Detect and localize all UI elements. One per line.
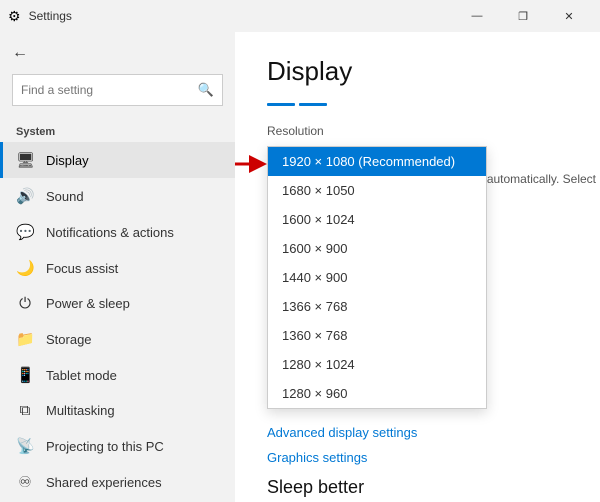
- shared-icon: ♾: [16, 473, 34, 491]
- sidebar-item-storage[interactable]: 📁 Storage: [0, 321, 235, 357]
- projecting-label: Projecting to this PC: [46, 439, 164, 454]
- sidebar-item-display[interactable]: 🖥 Display: [0, 142, 235, 178]
- resolution-option[interactable]: 1920 × 1080 (Recommended): [268, 147, 486, 176]
- nav-list: 🖥 Display 🔊 Sound 💬 Notifications & acti…: [0, 142, 235, 500]
- storage-label: Storage: [46, 332, 92, 347]
- sound-label: Sound: [46, 189, 84, 204]
- focus-label: Focus assist: [46, 261, 118, 276]
- back-button[interactable]: ←: [0, 36, 235, 70]
- sidebar-item-projecting[interactable]: 📡 Projecting to this PC: [0, 428, 235, 464]
- close-button[interactable]: ✕: [546, 0, 592, 32]
- focus-icon: 🌙: [16, 259, 34, 277]
- title-bar: ⚙ Settings — ❐ ✕: [0, 0, 600, 32]
- sidebar-item-power[interactable]: ⏻ Power & sleep: [0, 286, 235, 321]
- display-icon: 🖥: [16, 151, 34, 169]
- sleep-section: Sleep better Night light can help you ge…: [267, 477, 568, 502]
- settings-icon: ⚙: [8, 8, 21, 25]
- window-title: Settings: [29, 9, 72, 23]
- sidebar-item-notifications[interactable]: 💬 Notifications & actions: [0, 214, 235, 250]
- content-area: Display Resolution 1920 × 1080 (Recommen…: [235, 32, 600, 502]
- back-icon: ←: [12, 44, 28, 62]
- projecting-icon: 📡: [16, 437, 34, 455]
- title-bar-left: ⚙ Settings: [8, 8, 72, 25]
- sidebar-item-tablet[interactable]: 📱 Tablet mode: [0, 357, 235, 393]
- sound-icon: 🔊: [16, 187, 34, 205]
- advanced-display-link[interactable]: Advanced display settings: [267, 425, 568, 440]
- resolution-option[interactable]: 1680 × 1050: [268, 176, 486, 205]
- search-input[interactable]: [21, 83, 198, 97]
- sleep-title: Sleep better: [267, 477, 568, 498]
- display-label: Display: [46, 153, 89, 168]
- resolution-option[interactable]: 1440 × 900: [268, 263, 486, 292]
- maximize-button[interactable]: ❐: [500, 0, 546, 32]
- storage-icon: 📁: [16, 330, 34, 348]
- multitasking-icon: ⧉: [16, 402, 34, 419]
- search-icon: 🔍: [198, 82, 214, 98]
- sidebar-item-focus[interactable]: 🌙 Focus assist: [0, 250, 235, 286]
- resolution-option[interactable]: 1280 × 1024: [268, 350, 486, 379]
- title-underline: [267, 103, 568, 106]
- resolution-option[interactable]: 1600 × 1024: [268, 205, 486, 234]
- system-section-label: System: [0, 118, 235, 142]
- shared-label: Shared experiences: [46, 475, 162, 490]
- resolution-option[interactable]: 1360 × 768: [268, 321, 486, 350]
- resolution-option[interactable]: 1280 × 960: [268, 379, 486, 408]
- multitasking-label: Multitasking: [46, 403, 115, 418]
- resolution-label: Resolution: [267, 124, 568, 138]
- main-container: ← 🔍 System 🖥 Display 🔊 Sound 💬 Notificat…: [0, 32, 600, 502]
- resolution-option[interactable]: 1600 × 900: [268, 234, 486, 263]
- notifications-icon: 💬: [16, 223, 34, 241]
- page-title: Display: [267, 56, 568, 87]
- notifications-label: Notifications & actions: [46, 225, 174, 240]
- tablet-label: Tablet mode: [46, 368, 117, 383]
- sidebar-item-multitasking[interactable]: ⧉ Multitasking: [0, 393, 235, 428]
- title-bar-controls: — ❐ ✕: [454, 0, 592, 32]
- graphics-settings-link[interactable]: Graphics settings: [267, 450, 568, 465]
- tablet-icon: 📱: [16, 366, 34, 384]
- sidebar: ← 🔍 System 🖥 Display 🔊 Sound 💬 Notificat…: [0, 32, 235, 502]
- resolution-option[interactable]: 1366 × 768: [268, 292, 486, 321]
- minimize-button[interactable]: —: [454, 0, 500, 32]
- power-icon: ⏻: [16, 295, 34, 312]
- sidebar-item-shared[interactable]: ♾ Shared experiences: [0, 464, 235, 500]
- sidebar-item-sound[interactable]: 🔊 Sound: [0, 178, 235, 214]
- search-box[interactable]: 🔍: [12, 74, 223, 106]
- resolution-dropdown[interactable]: 1920 × 1080 (Recommended)1680 × 10501600…: [267, 146, 487, 409]
- power-label: Power & sleep: [46, 296, 130, 311]
- arrow-indicator: [235, 150, 267, 178]
- side-text: automatically. Select: [487, 172, 600, 186]
